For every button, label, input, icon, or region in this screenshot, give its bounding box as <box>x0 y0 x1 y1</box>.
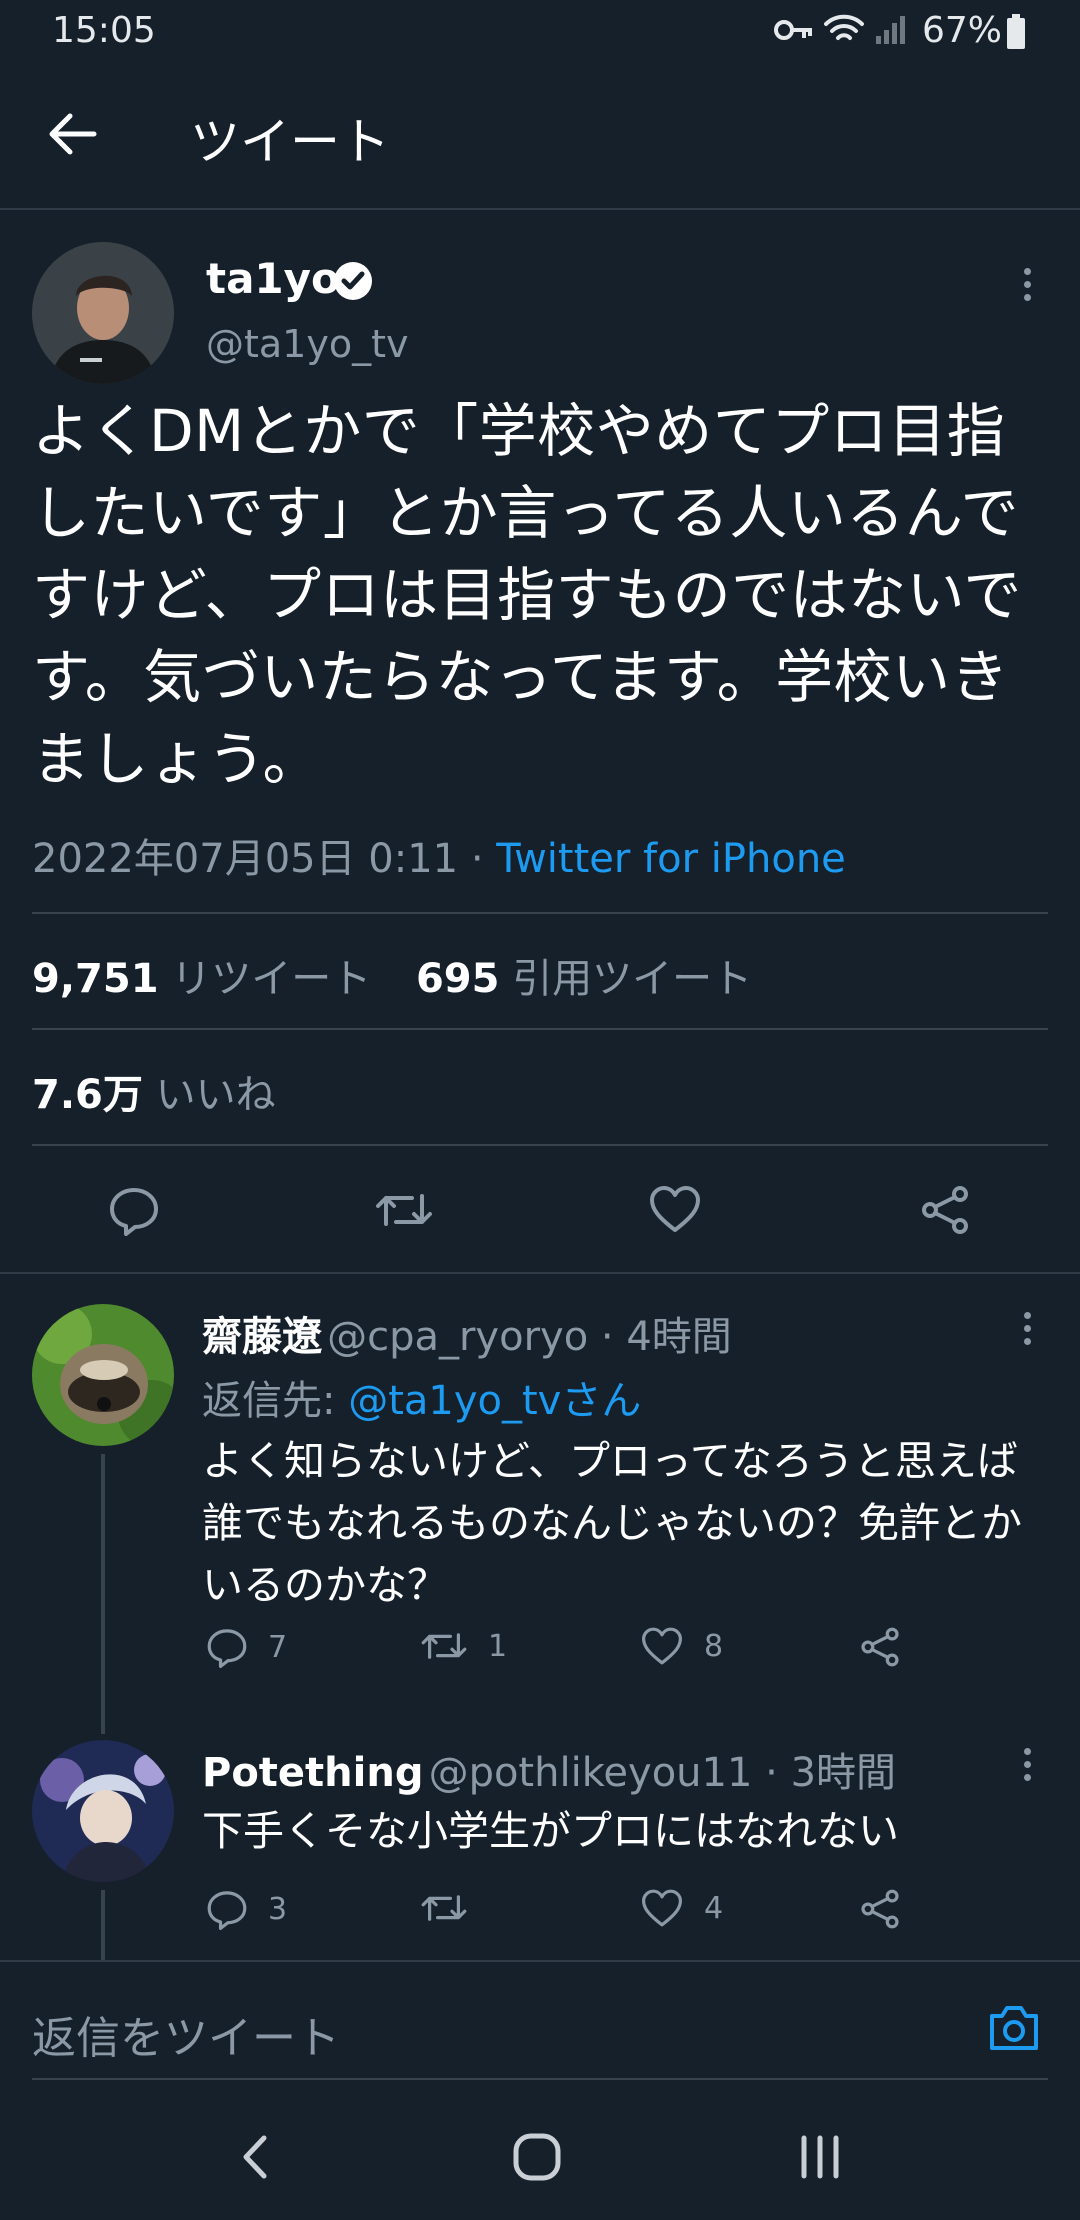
reply-header: 齋藤遼 @cpa_ryoryo · 4時間 <box>202 1304 732 1362</box>
camera-icon[interactable] <box>986 2002 1042 2054</box>
signal-icon <box>874 14 908 46</box>
reply-thread-line <box>101 1890 105 1960</box>
reply-icon <box>207 1629 247 1668</box>
tweet-timestamp: 2022年07月05日 0:11 · <box>32 836 497 882</box>
reply-to-mention[interactable]: @ta1yo_tvさん <box>348 1378 641 1424</box>
header-divider <box>0 208 1080 210</box>
author-handle[interactable]: @ta1yo_tv <box>206 322 409 366</box>
reply-like-action[interactable]: 4 <box>640 1888 723 1928</box>
retweet-icon <box>421 1633 467 1659</box>
retweet-count: 1 <box>488 1628 508 1664</box>
nav-recents-icon[interactable] <box>798 2134 842 2180</box>
wifi-icon <box>822 12 866 46</box>
reply-actions: 7 1 8 <box>202 1626 922 1670</box>
reply-avatar[interactable] <box>32 1304 174 1446</box>
reply-to-line: 返信先: @ta1yo_tvさん <box>202 1368 641 1426</box>
like-icon <box>642 1889 682 1927</box>
reply-icon[interactable] <box>108 1184 160 1236</box>
author-avatar[interactable] <box>32 242 174 384</box>
divider-1 <box>32 912 1048 914</box>
reply-thread-line <box>101 1454 105 1734</box>
app-header: ツイート <box>0 64 1080 208</box>
composer-underline <box>32 2078 1048 2080</box>
retweet-count: 9,751 <box>32 956 159 1002</box>
reply-reply-action[interactable]: 3 <box>206 1888 287 1930</box>
reply-text: 下手くそな小学生がプロにはなれない <box>202 1807 899 1855</box>
quote-label: 引用ツイート <box>512 956 753 1002</box>
tweet-action-bar <box>0 1180 1080 1240</box>
reply-avatar[interactable] <box>32 1740 174 1882</box>
composer-bar: 返信をツイート <box>0 1960 1080 2082</box>
like-icon <box>642 1627 682 1665</box>
reply-to-label: 返信先: <box>202 1378 349 1424</box>
back-arrow-icon[interactable] <box>48 112 98 156</box>
share-icon[interactable] <box>918 1184 972 1236</box>
reply-count: 3 <box>268 1891 288 1927</box>
reply-retweet-action[interactable]: 1 <box>420 1626 507 1666</box>
status-time: 15:05 <box>52 10 156 51</box>
reply-author-name[interactable]: 齋藤遼 <box>202 1314 322 1360</box>
retweet-stats: 9,751 リツイート 695 引用ツイート <box>32 946 752 1004</box>
key-icon <box>774 16 814 44</box>
retweets-stat[interactable]: 9,751 リツイート <box>32 956 371 1002</box>
page-title: ツイート <box>190 113 390 171</box>
reply-retweet-action[interactable] <box>420 1888 488 1928</box>
like-icon[interactable] <box>648 1184 702 1234</box>
tweet-timestamp-row: 2022年07月05日 0:11 · Twitter for iPhone <box>32 826 846 884</box>
battery-icon <box>1006 14 1026 50</box>
reply-header: Potething @pothlikeyou11 · 3時間 <box>202 1740 896 1798</box>
author-name[interactable]: ta1yo <box>206 254 340 303</box>
reply-more-options-icon[interactable] <box>1010 1306 1044 1351</box>
reply-like-action[interactable]: 8 <box>640 1626 723 1666</box>
divider-2 <box>32 1028 1048 1030</box>
reply-author-name[interactable]: Potething <box>202 1750 423 1796</box>
likes-stat[interactable]: 7.6万 いいね <box>32 1062 276 1120</box>
retweet-icon <box>421 1895 467 1921</box>
nav-home-icon[interactable] <box>512 2132 562 2182</box>
nav-back-icon[interactable] <box>240 2134 270 2180</box>
reply-more-options-icon[interactable] <box>1010 1742 1044 1787</box>
reply-count: 7 <box>268 1629 288 1665</box>
reply-time: · 3時間 <box>752 1750 897 1796</box>
share-icon[interactable] <box>858 1626 902 1668</box>
divider-3 <box>32 1144 1048 1146</box>
reply-actions: 3 4 <box>202 1888 922 1932</box>
retweet-icon[interactable] <box>374 1186 434 1234</box>
reply-author-handle[interactable]: @pothlikeyou11 <box>429 1750 753 1796</box>
like-count: 8 <box>704 1628 724 1664</box>
tweet-text: よくDMとかで「学校やめてプロ目指したいです」とか言ってる人いるんですけど、プロ… <box>32 397 1022 793</box>
quote-count: 695 <box>415 956 500 1002</box>
tweet-source-link[interactable]: Twitter for iPhone <box>496 836 846 882</box>
verified-badge-icon <box>332 260 374 302</box>
reply-reply-action[interactable]: 7 <box>206 1626 287 1668</box>
battery-percent: 67% <box>922 10 1003 51</box>
retweet-label: リツイート <box>171 956 372 1002</box>
reply-item[interactable]: 齋藤遼 @cpa_ryoryo · 4時間 返信先: @ta1yo_tvさん よ… <box>0 1274 1080 1734</box>
share-icon[interactable] <box>858 1888 902 1930</box>
reply-composer-input[interactable]: 返信をツイート <box>32 2002 340 2066</box>
reply-author-handle[interactable]: @cpa_ryoryo <box>327 1314 588 1360</box>
like-label: いいね <box>155 1072 276 1118</box>
like-count: 7.6万 <box>32 1072 143 1118</box>
quotes-stat[interactable]: 695 引用ツイート <box>416 956 752 1002</box>
reply-item[interactable]: Potething @pothlikeyou11 · 3時間 下手くそな小学生が… <box>0 1710 1080 1960</box>
status-bar: 15:05 67% <box>0 0 1080 64</box>
system-nav-bar <box>0 2090 1080 2220</box>
reply-time: · 4時間 <box>588 1314 732 1360</box>
like-count: 4 <box>704 1890 724 1926</box>
reply-icon <box>207 1891 247 1930</box>
reply-text: よく知らないけど、プロってなろうと思えば誰でもなれるものなんじゃないの？免許とか… <box>202 1437 1022 1609</box>
more-options-icon[interactable] <box>1010 262 1044 307</box>
